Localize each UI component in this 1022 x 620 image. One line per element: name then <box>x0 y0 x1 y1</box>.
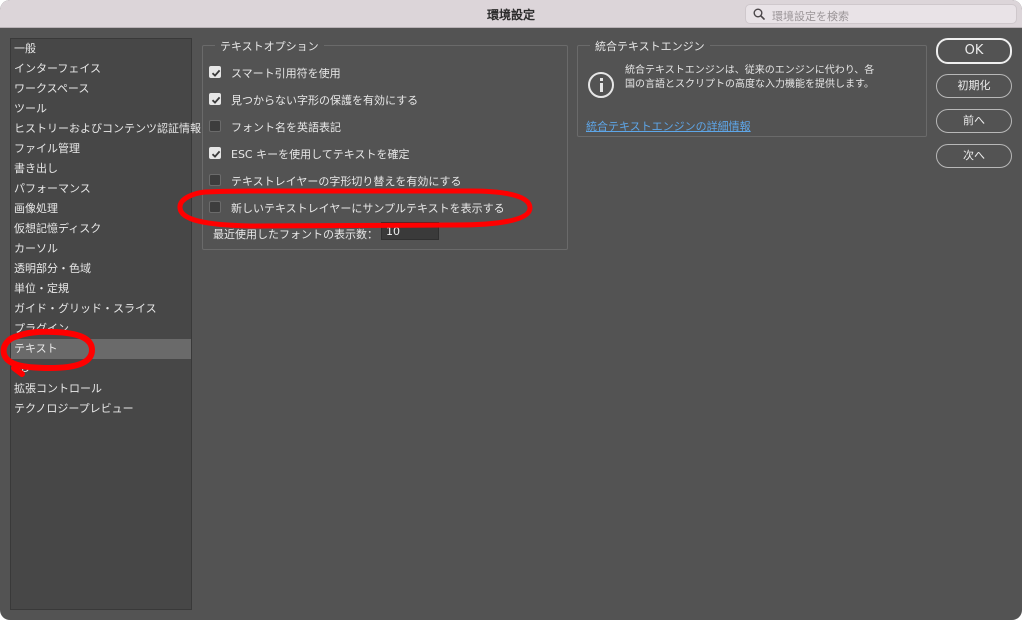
checkbox[interactable] <box>209 174 221 186</box>
sidebar-item-workspace[interactable]: ワークスペース <box>11 79 191 99</box>
checkbox[interactable] <box>209 93 221 105</box>
recent-fonts-label: 最近使用したフォントの表示数： <box>213 228 378 241</box>
reset-button[interactable]: 初期化 <box>936 74 1012 98</box>
option-label: スマート引用符を使用 <box>231 67 341 80</box>
sidebar-item-scratch-disks[interactable]: 仮想記憶ディスク <box>11 219 191 239</box>
checkmark-icon <box>211 96 221 104</box>
checkmark-icon <box>211 150 221 158</box>
prev-button[interactable]: 前へ <box>936 109 1012 133</box>
sidebar-item-export[interactable]: 書き出し <box>11 159 191 179</box>
search-field[interactable]: 環境設定を検索 <box>745 4 1017 24</box>
checkbox[interactable] <box>209 120 221 132</box>
sidebar-item-general[interactable]: 一般 <box>11 39 191 59</box>
sidebar-item-interface[interactable]: インターフェイス <box>11 59 191 79</box>
text-options-group: テキストオプション スマート引用符を使用 見つからない字形の保護を有効にする フ… <box>202 38 568 250</box>
sidebar-item-guides[interactable]: ガイド・グリッド・スライス <box>11 299 191 319</box>
title-bar: 環境設定 環境設定を検索 <box>0 0 1022 28</box>
info-icon <box>588 72 614 98</box>
sidebar-item-type[interactable]: テキスト <box>11 339 191 359</box>
sidebar-item-image-processing[interactable]: 画像処理 <box>11 199 191 219</box>
sidebar-item-3d[interactable]: 3D <box>11 359 191 379</box>
sidebar-item-technology-previews[interactable]: テクノロジープレビュー <box>11 399 191 419</box>
checkbox[interactable] <box>209 201 221 213</box>
preferences-sidebar: 一般 インターフェイス ワークスペース ツール ヒストリーおよびコンテンツ認証情… <box>10 38 201 610</box>
option-label: テキストレイヤーの字形切り替えを有効にする <box>231 175 462 188</box>
preferences-window: 環境設定 環境設定を検索 一般 インターフェイス ワークスペース ツール ヒスト… <box>0 0 1022 620</box>
text-options-legend: テキストオプション <box>215 38 324 54</box>
search-icon <box>753 8 765 20</box>
sidebar-item-plugins[interactable]: プラグイン <box>11 319 191 339</box>
unified-text-engine-group: 統合テキストエンジン 統合テキストエンジンは、従来のエンジンに代わり、各国の言語… <box>577 38 927 137</box>
sidebar-item-file-handling[interactable]: ファイル管理 <box>11 139 191 159</box>
option-label: フォント名を英語表記 <box>231 121 341 134</box>
sidebar-item-performance[interactable]: パフォーマンス <box>11 179 191 199</box>
unified-text-engine-legend: 統合テキストエンジン <box>590 38 710 54</box>
engine-description: 統合テキストエンジンは、従来のエンジンに代わり、各国の言語とスクリプトの高度な入… <box>625 65 875 90</box>
checkbox[interactable] <box>209 66 221 78</box>
sidebar-item-units[interactable]: 単位・定規 <box>11 279 191 299</box>
recent-fonts-input[interactable] <box>381 222 439 240</box>
option-label: 見つからない字形の保護を有効にする <box>231 94 419 107</box>
engine-details-link[interactable]: 統合テキストエンジンの詳細情報 <box>586 118 751 134</box>
option-label: ESC キーを使用してテキストを確定 <box>231 148 410 161</box>
next-button[interactable]: 次へ <box>936 144 1012 168</box>
sidebar-item-cursors[interactable]: カーソル <box>11 239 191 259</box>
checkmark-icon <box>211 69 221 77</box>
ok-button[interactable]: OK <box>936 38 1012 64</box>
search-placeholder[interactable]: 環境設定を検索 <box>772 8 849 24</box>
sidebar-item-enhanced-controls[interactable]: 拡張コントロール <box>11 379 191 399</box>
sidebar-item-tools[interactable]: ツール <box>11 99 191 119</box>
option-label: 新しいテキストレイヤーにサンプルテキストを表示する <box>231 202 505 215</box>
sidebar-item-transparency[interactable]: 透明部分・色域 <box>11 259 191 279</box>
sidebar-item-history[interactable]: ヒストリーおよびコンテンツ認証情報 <box>11 119 201 139</box>
checkbox[interactable] <box>209 147 221 159</box>
